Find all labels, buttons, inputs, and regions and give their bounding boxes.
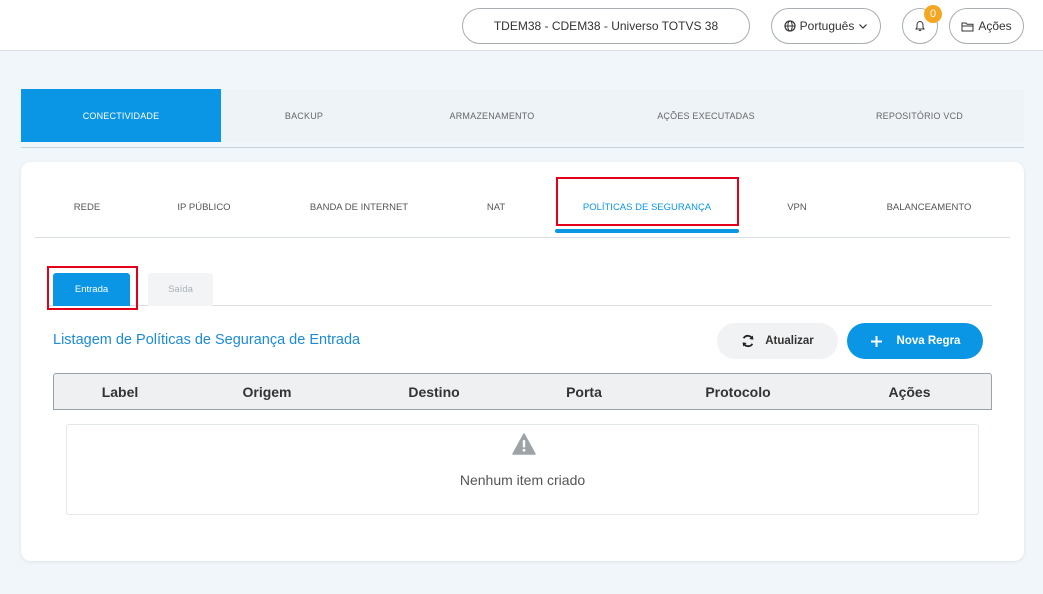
tab-backup[interactable]: BACKUP: [221, 89, 387, 142]
column-acoes: Ações: [888, 383, 931, 400]
main-tabs-divider: [21, 147, 1024, 148]
globe-icon: [784, 20, 796, 32]
column-label: Label: [101, 383, 139, 400]
sub-tabs: REDE IP PÚBLICO BANDA DE INTERNET NAT PO…: [35, 176, 1010, 238]
language-label: Português: [799, 19, 855, 33]
notifications-badge: 0: [924, 5, 942, 23]
context-label: TDEM38 - CDEM38 - Universo TOTVS 38: [493, 19, 719, 33]
tab-saida[interactable]: Saída: [148, 273, 213, 306]
plus-icon: [870, 335, 883, 348]
highlight-box-entrada: [47, 266, 138, 310]
chevron-down-icon: [858, 21, 868, 31]
warning-icon: [512, 433, 536, 455]
bell-icon: [914, 20, 926, 32]
refresh-icon: [741, 334, 755, 348]
subtab-ip-publico[interactable]: IP PÚBLICO: [151, 176, 257, 238]
tab-repositorio-vcd[interactable]: REPOSITÓRIO VCD: [815, 89, 1024, 142]
new-rule-button[interactable]: Nova Regra: [847, 323, 983, 359]
highlight-box-politicas: [556, 177, 739, 226]
refresh-button[interactable]: Atualizar: [717, 323, 838, 359]
empty-message: Nenhum item criado: [459, 472, 586, 488]
direction-tabs: Entrada Saída: [48, 268, 992, 306]
actions-button[interactable]: Ações: [949, 8, 1024, 44]
content-card: REDE IP PÚBLICO BANDA DE INTERNET NAT PO…: [21, 162, 1024, 561]
subtab-nat[interactable]: NAT: [455, 176, 537, 238]
actions-label: Ações: [978, 19, 1012, 33]
language-selector[interactable]: Português: [771, 8, 881, 44]
active-subtab-underline: [555, 229, 739, 233]
tab-armazenamento[interactable]: ARMAZENAMENTO: [387, 89, 597, 142]
list-title: Listagem de Políticas de Segurança de En…: [53, 332, 361, 348]
top-bar: TDEM38 - CDEM38 - Universo TOTVS 38 Port…: [0, 0, 1043, 51]
column-porta: Porta: [566, 383, 602, 400]
table-header: Label Origem Destino Porta Protocolo Açõ…: [53, 373, 992, 410]
main-tabs: CONECTIVIDADE BACKUP ARMAZENAMENTO AÇÕES…: [21, 89, 1024, 142]
column-origem: Origem: [242, 383, 292, 400]
refresh-label: Atualizar: [765, 335, 814, 347]
column-protocolo: Protocolo: [705, 383, 771, 400]
subtab-banda-de-internet[interactable]: BANDA DE INTERNET: [285, 176, 433, 238]
tab-acoes-executadas[interactable]: AÇÕES EXECUTADAS: [597, 89, 815, 142]
empty-state: Nenhum item criado: [66, 424, 979, 515]
column-destino: Destino: [408, 383, 460, 400]
subtab-vpn[interactable]: VPN: [757, 176, 837, 238]
tab-conectividade[interactable]: CONECTIVIDADE: [21, 89, 221, 142]
subtab-balanceamento[interactable]: BALANCEAMENTO: [865, 176, 993, 238]
new-rule-label: Nova Regra: [896, 335, 961, 347]
folder-icon: [961, 21, 974, 32]
subtab-rede[interactable]: REDE: [35, 176, 139, 238]
context-selector[interactable]: TDEM38 - CDEM38 - Universo TOTVS 38: [462, 8, 750, 44]
